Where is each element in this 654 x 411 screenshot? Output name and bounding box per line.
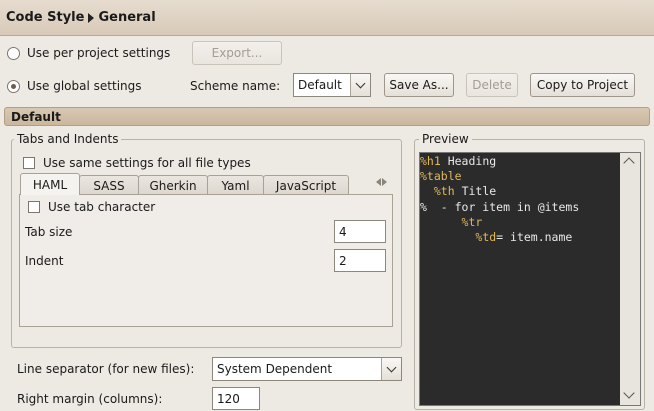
- preview-editor[interactable]: %h1 Heading %table %th Title% - for item …: [419, 152, 641, 406]
- preview-title: Preview: [419, 132, 472, 146]
- scroll-up-icon[interactable]: [623, 157, 635, 169]
- use-tab-label: Use tab character: [48, 200, 156, 214]
- code-keyword: %table: [420, 169, 462, 184]
- preview-scrollbar[interactable]: [620, 153, 640, 405]
- code-line: %tr: [420, 215, 620, 230]
- line-separator-value: System Dependent: [217, 362, 333, 376]
- scroll-left-icon[interactable]: [376, 178, 381, 186]
- code-text: = item.name: [496, 230, 573, 245]
- tab-gherkin[interactable]: Gherkin: [138, 175, 208, 195]
- copy-to-project-button[interactable]: Copy to Project: [530, 73, 635, 97]
- indent-label: Indent: [25, 254, 64, 268]
- code-keyword: %h1: [420, 154, 441, 168]
- section-header: Default: [4, 107, 650, 126]
- checkbox-icon[interactable]: [28, 201, 40, 213]
- radio-checked-icon[interactable]: [7, 79, 20, 93]
- tab-size-input[interactable]: 4: [334, 220, 386, 243]
- global-radio[interactable]: Use global settings: [7, 79, 142, 93]
- code-keyword: %tr: [461, 214, 483, 229]
- code-text: Heading: [440, 154, 497, 168]
- scheme-select[interactable]: Default: [293, 73, 371, 97]
- code-line: %table: [420, 169, 620, 184]
- breadcrumb-arrow-icon: [88, 12, 95, 23]
- tab-yaml[interactable]: Yaml: [207, 175, 264, 195]
- code-line: %th Title: [420, 184, 620, 199]
- tab-haml[interactable]: HAML: [20, 173, 80, 195]
- code-line: % - for item in @items: [420, 200, 620, 215]
- tab-javascript[interactable]: JavaScript: [263, 175, 349, 195]
- same-settings-checkbox[interactable]: Use same settings for all file types: [23, 156, 251, 170]
- chevron-down-icon: [386, 362, 397, 373]
- scroll-down-icon[interactable]: [623, 387, 635, 399]
- breadcrumb: Code Style General: [0, 0, 654, 36]
- code-line: %h1 Heading: [420, 154, 620, 169]
- global-label: Use global settings: [27, 79, 142, 93]
- per-project-label: Use per project settings: [27, 46, 171, 60]
- code-keyword: %th: [433, 184, 455, 199]
- line-separator-select[interactable]: System Dependent: [212, 357, 402, 381]
- dropdown-button[interactable]: [350, 74, 370, 96]
- scheme-value: Default: [298, 78, 342, 92]
- save-as-button[interactable]: Save As...: [384, 73, 454, 97]
- per-project-radio[interactable]: Use per project settings: [7, 46, 170, 60]
- tab-sass[interactable]: SASS: [79, 175, 139, 195]
- delete-button[interactable]: Delete: [466, 73, 518, 97]
- breadcrumb-current: General: [98, 10, 156, 25]
- breadcrumb-parent: Code Style: [6, 10, 85, 25]
- tab-size-label: Tab size: [25, 225, 73, 239]
- indent-input[interactable]: 2: [334, 249, 386, 272]
- code-line: %td= item.name: [420, 230, 620, 245]
- line-separator-label: Line separator (for new files):: [17, 362, 195, 376]
- code-keyword: %td: [475, 230, 497, 245]
- code-text: Title: [454, 184, 497, 199]
- scheme-name-label: Scheme name:: [190, 79, 281, 93]
- scroll-right-icon[interactable]: [382, 178, 387, 186]
- preview-code: %h1 Heading %table %th Title% - for item …: [420, 153, 620, 405]
- filetype-tabs: HAML SASS Gherkin Yaml JavaScript: [20, 173, 349, 195]
- dropdown-button[interactable]: [381, 358, 401, 380]
- code-text: % - for item in @items: [420, 199, 580, 214]
- use-tab-checkbox[interactable]: Use tab character: [28, 200, 155, 214]
- radio-icon[interactable]: [7, 46, 20, 60]
- right-margin-label: Right margin (columns):: [17, 392, 163, 406]
- right-margin-input[interactable]: 120: [212, 387, 260, 410]
- tabs-indents-title: Tabs and Indents: [14, 132, 122, 146]
- checkbox-icon[interactable]: [23, 157, 35, 169]
- tab-scroll-arrows[interactable]: [376, 178, 387, 186]
- same-settings-label: Use same settings for all file types: [43, 156, 251, 170]
- export-button[interactable]: Export...: [192, 41, 282, 65]
- chevron-down-icon: [355, 78, 366, 89]
